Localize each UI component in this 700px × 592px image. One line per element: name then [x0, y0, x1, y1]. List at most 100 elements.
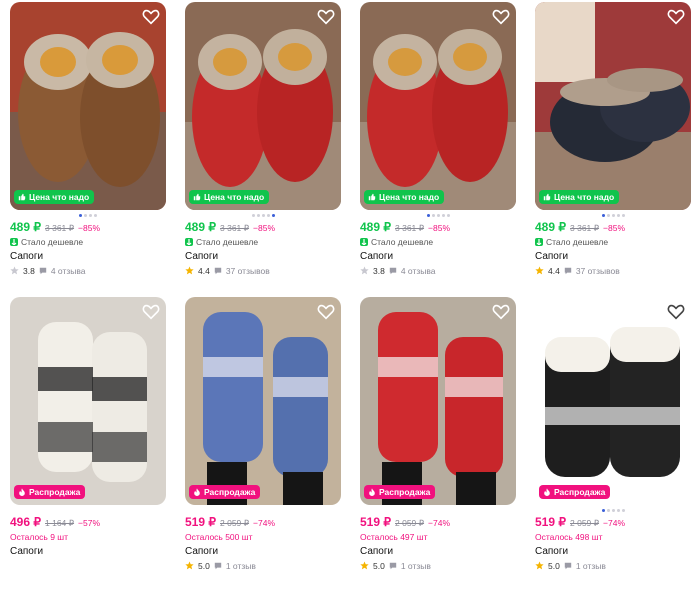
- product-image[interactable]: Цена что надо: [10, 2, 166, 210]
- old-price: 3 361 ₽: [395, 223, 425, 233]
- product-title[interactable]: Сапоги: [535, 544, 691, 559]
- product-title[interactable]: Сапоги: [360, 544, 516, 559]
- product-photo: [185, 2, 341, 210]
- product-title[interactable]: Сапоги: [185, 249, 341, 264]
- chat-bubble-icon: [389, 267, 397, 274]
- discount: −57%: [78, 518, 101, 528]
- product-card[interactable]: Распродажа 519 ₽ 2 059 ₽ −74% Осталось 498…: [535, 297, 691, 572]
- heart-icon[interactable]: [667, 303, 685, 321]
- chat-bubble-icon: [39, 267, 47, 274]
- heart-icon[interactable]: [317, 303, 335, 321]
- carousel-dots: [360, 211, 516, 220]
- star-icon: [185, 266, 194, 275]
- old-price: 2 059 ₽: [570, 518, 600, 528]
- price: 496 ₽: [10, 515, 41, 529]
- thumb-up-icon: [193, 193, 201, 201]
- product-title[interactable]: Сапоги: [360, 249, 516, 264]
- product-card[interactable]: Цена что надо 489 ₽ 3 361 ₽ −85% Стало деш…: [360, 2, 516, 277]
- discount: −85%: [78, 223, 101, 233]
- product-card[interactable]: Распродажа 519 ₽ 2 059 ₽ −74% Осталось 500…: [185, 297, 341, 572]
- discount: −85%: [253, 223, 276, 233]
- cheaper-icon: [360, 237, 368, 246]
- rating: 5.0 1 отзыв: [535, 559, 691, 572]
- star-icon: [360, 561, 369, 570]
- old-price: 2 059 ₽: [220, 518, 250, 528]
- star-icon: [185, 561, 194, 570]
- product-image[interactable]: Цена что надо: [185, 2, 341, 210]
- sale-badge: Распродажа: [539, 485, 611, 499]
- chat-bubble-icon: [564, 562, 572, 569]
- product-photo: [535, 2, 691, 210]
- carousel-dots: [535, 506, 691, 515]
- rating: 3.8 4 отзыва: [360, 264, 516, 277]
- cheaper-label: Стало дешевле: [360, 234, 516, 249]
- star-icon: [10, 266, 19, 275]
- product-card[interactable]: Цена что надо 489 ₽ 3 361 ₽ −85% Стало деш…: [535, 2, 691, 277]
- flame-icon: [19, 488, 25, 496]
- carousel-dots: [185, 506, 341, 515]
- product-title[interactable]: Сапоги: [10, 249, 166, 264]
- chat-bubble-icon: [214, 562, 222, 569]
- cheaper-label: Стало дешевле: [10, 234, 166, 249]
- stock-label: Осталось 497 шт: [360, 531, 428, 542]
- old-price: 2 059 ₽: [395, 518, 425, 528]
- carousel-dots: [185, 211, 341, 220]
- old-price: 3 361 ₽: [220, 223, 250, 233]
- flame-icon: [544, 488, 550, 496]
- product-photo: [10, 2, 166, 210]
- price: 489 ₽: [185, 220, 216, 234]
- thumb-up-icon: [543, 193, 551, 201]
- carousel-dots: [10, 211, 166, 220]
- product-image[interactable]: Распродажа: [185, 297, 341, 505]
- product-image[interactable]: Распродажа: [535, 297, 691, 505]
- product-photo: [185, 297, 341, 505]
- product-image[interactable]: Распродажа: [10, 297, 166, 505]
- product-photo: [360, 2, 516, 210]
- cheaper-label: Стало дешевле: [185, 234, 341, 249]
- price-badge: Цена что надо: [539, 190, 620, 204]
- price-badge: Цена что надо: [14, 190, 95, 204]
- product-photo: [10, 297, 166, 505]
- star-icon: [360, 266, 369, 275]
- cheaper-icon: [535, 237, 543, 246]
- product-card[interactable]: Цена что надо 489 ₽ 3 361 ₽ −85% Стало деш…: [185, 2, 341, 277]
- sale-badge: Распродажа: [14, 485, 86, 499]
- heart-icon[interactable]: [142, 8, 160, 26]
- heart-icon[interactable]: [142, 303, 160, 321]
- heart-icon[interactable]: [317, 8, 335, 26]
- thumb-up-icon: [18, 193, 26, 201]
- discount: −74%: [603, 518, 626, 528]
- product-image[interactable]: Цена что надо: [535, 2, 691, 210]
- product-card[interactable]: Цена что надо 489 ₽ 3 361 ₽ −85% Стало деш…: [10, 2, 166, 277]
- heart-icon[interactable]: [492, 8, 510, 26]
- product-title[interactable]: Сапоги: [185, 544, 341, 559]
- product-title[interactable]: Сапоги: [10, 544, 166, 559]
- old-price: 1 164 ₽: [45, 518, 75, 528]
- product-card[interactable]: Распродажа 496 ₽ 1 164 ₽ −57% Осталось 9 ш…: [10, 297, 166, 559]
- flame-icon: [369, 488, 375, 496]
- price: 489 ₽: [10, 220, 41, 234]
- heart-icon[interactable]: [667, 8, 685, 26]
- rating: 4.4 37 отзывов: [185, 264, 341, 277]
- cheaper-icon: [185, 237, 193, 246]
- heart-icon[interactable]: [492, 303, 510, 321]
- cheaper-icon: [10, 237, 18, 246]
- rating: 5.0 1 отзыв: [360, 559, 516, 572]
- discount: −85%: [428, 223, 451, 233]
- product-photo: [360, 297, 516, 505]
- price-badge: Цена что надо: [364, 190, 445, 204]
- chat-bubble-icon: [389, 562, 397, 569]
- product-image[interactable]: Цена что надо: [360, 2, 516, 210]
- rating: 4.4 37 отзывов: [535, 264, 691, 277]
- product-image[interactable]: Распродажа: [360, 297, 516, 505]
- product-card[interactable]: Распродажа 519 ₽ 2 059 ₽ −74% Осталось 497…: [360, 297, 516, 572]
- thumb-up-icon: [368, 193, 376, 201]
- discount: −74%: [428, 518, 451, 528]
- sale-badge: Распродажа: [189, 485, 261, 499]
- stock-label: Осталось 9 шт: [10, 531, 69, 542]
- stock-label: Осталось 498 шт: [535, 531, 603, 542]
- price: 489 ₽: [535, 220, 566, 234]
- product-title[interactable]: Сапоги: [535, 249, 691, 264]
- carousel-dots: [10, 506, 166, 515]
- sale-badge: Распродажа: [364, 485, 436, 499]
